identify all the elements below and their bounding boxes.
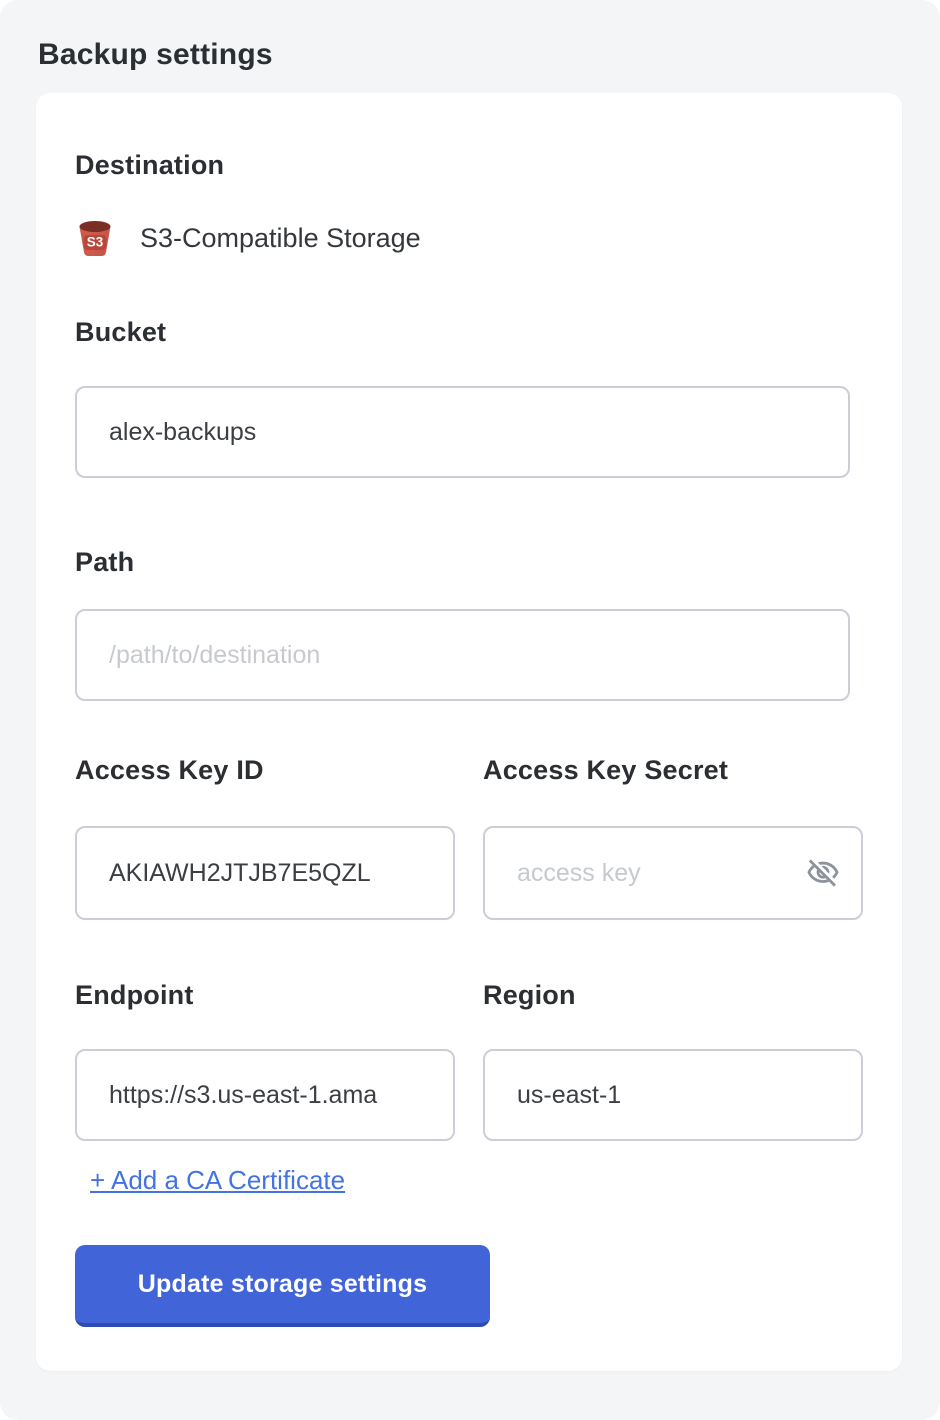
access-key-inputs-row (75, 826, 863, 920)
backup-settings-card: Destination S3 S3-Compatible Storage Buc… (36, 93, 902, 1371)
endpoint-input[interactable] (75, 1049, 455, 1141)
access-key-secret-label: Access Key Secret (483, 754, 863, 786)
toggle-secret-visibility-button[interactable] (803, 853, 843, 893)
destination-label: Destination (75, 149, 863, 181)
update-storage-settings-button[interactable]: Update storage settings (75, 1245, 490, 1327)
svg-text:S3: S3 (87, 235, 104, 250)
destination-provider-row: S3 S3-Compatible Storage (75, 218, 863, 258)
access-key-id-label: Access Key ID (75, 754, 455, 786)
destination-provider-name: S3-Compatible Storage (140, 218, 421, 258)
add-ca-certificate-link[interactable]: + Add a CA Certificate (90, 1165, 345, 1195)
access-key-id-input[interactable] (75, 826, 455, 920)
path-label: Path (75, 546, 863, 578)
page-title: Backup settings (0, 0, 940, 72)
access-key-labels-row: Access Key ID Access Key Secret (75, 754, 863, 786)
endpoint-region-labels-row: Endpoint Region (75, 979, 863, 1011)
bucket-input[interactable] (75, 386, 850, 478)
eye-off-icon (806, 856, 840, 890)
region-input[interactable] (483, 1049, 863, 1141)
s3-bucket-icon: S3 (75, 218, 115, 258)
bucket-label: Bucket (75, 316, 863, 348)
backup-settings-screen: Backup settings Destination S3 S3-Compat… (0, 0, 940, 1420)
region-label: Region (483, 979, 863, 1011)
endpoint-label: Endpoint (75, 979, 455, 1011)
endpoint-region-inputs-row (75, 1049, 863, 1141)
path-input[interactable] (75, 609, 850, 701)
